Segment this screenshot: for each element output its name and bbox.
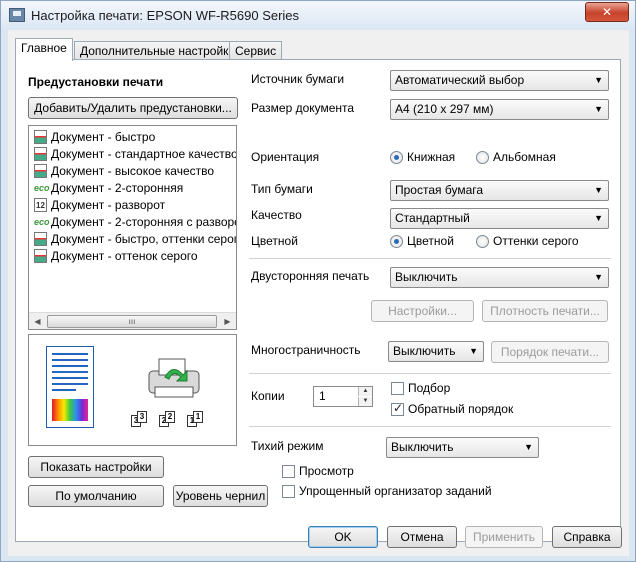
text-line xyxy=(52,377,88,379)
copies-stepper[interactable]: 1 ▲ ▼ xyxy=(313,386,373,407)
presets-heading: Предустановки печати xyxy=(28,75,164,89)
copies-order-icon: 2 2 xyxy=(159,411,181,427)
duplex-select[interactable]: Выключить ▼ xyxy=(390,267,609,288)
checkbox-icon xyxy=(282,485,295,498)
paper-source-label: Источник бумаги xyxy=(251,72,345,86)
divider xyxy=(249,426,611,427)
apply-button[interactable]: Применить xyxy=(465,526,543,548)
copies-order-icon: 1 1 xyxy=(187,411,209,427)
text-line xyxy=(52,353,88,355)
print-settings-window: Настройка печати: EPSON WF-R5690 Series … xyxy=(0,0,636,562)
duplex-label: Двусторонняя печать xyxy=(251,269,370,283)
tab-main[interactable]: Главное xyxy=(15,38,73,61)
document-icon xyxy=(34,232,47,246)
text-line xyxy=(52,365,88,367)
quality-label: Качество xyxy=(251,208,302,222)
two-up-icon: 12 xyxy=(34,198,47,212)
scroll-right-icon[interactable]: ▶ xyxy=(220,314,235,329)
quiet-mode-select[interactable]: Выключить ▼ xyxy=(386,437,539,458)
close-button[interactable]: ✕ xyxy=(585,2,629,22)
print-order-button[interactable]: Порядок печати... xyxy=(491,341,609,363)
color-label: Цветной xyxy=(251,234,298,248)
dialog-client: Главное Дополнительные настройки Сервис … xyxy=(8,30,629,556)
radio-selected-icon xyxy=(390,151,403,164)
document-size-select[interactable]: A4 (210 x 297 мм) ▼ xyxy=(390,99,609,120)
eco-icon: eco xyxy=(34,183,50,193)
spin-down-icon[interactable]: ▼ xyxy=(358,397,372,406)
document-icon xyxy=(34,164,47,178)
ink-levels-button[interactable]: Уровень чернил xyxy=(173,485,268,507)
divider xyxy=(249,373,611,374)
defaults-button[interactable]: По умолчанию xyxy=(28,485,164,507)
horizontal-scrollbar[interactable]: ◀ ııı ▶ xyxy=(29,312,236,329)
page-preview xyxy=(46,346,94,428)
document-icon xyxy=(34,249,47,263)
text-line xyxy=(52,389,76,391)
chevron-down-icon: ▼ xyxy=(594,213,603,223)
tab-utility[interactable]: Сервис xyxy=(229,41,283,60)
show-settings-button[interactable]: Показать настройки xyxy=(28,456,164,478)
print-density-button[interactable]: Плотность печати... xyxy=(482,300,608,322)
printer-icon xyxy=(9,8,25,22)
add-remove-presets-button[interactable]: Добавить/Удалить предустановки... xyxy=(28,97,238,119)
paper-type-label: Тип бумаги xyxy=(251,182,313,196)
copies-order-icon: 3 3 xyxy=(131,411,153,427)
presets-list[interactable]: Документ - быстро Документ - стандартное… xyxy=(28,125,237,330)
quality-select[interactable]: Стандартный ▼ xyxy=(390,208,609,229)
help-button[interactable]: Справка xyxy=(552,526,622,548)
text-line xyxy=(52,371,88,373)
cancel-button[interactable]: Отмена xyxy=(387,526,457,548)
checkbox-icon xyxy=(282,465,295,478)
chevron-down-icon: ▼ xyxy=(594,75,603,85)
ok-button[interactable]: OK xyxy=(308,526,378,548)
checkbox-icon xyxy=(391,382,404,395)
divider xyxy=(249,258,611,259)
paper-type-select[interactable]: Простая бумага ▼ xyxy=(390,180,609,201)
printer-icon xyxy=(148,358,200,398)
title-bar: Настройка печати: EPSON WF-R5690 Series … xyxy=(1,1,635,29)
radio-unselected-icon xyxy=(476,235,489,248)
scroll-left-icon[interactable]: ◀ xyxy=(30,314,45,329)
chevron-down-icon: ▼ xyxy=(594,272,603,282)
document-icon xyxy=(34,147,47,161)
text-line xyxy=(52,383,88,385)
orientation-label: Ориентация xyxy=(251,150,320,164)
spin-up-icon[interactable]: ▲ xyxy=(358,387,372,396)
chevron-down-icon: ▼ xyxy=(524,442,533,452)
paper-source-select[interactable]: Автоматический выбор ▼ xyxy=(390,70,609,91)
color-image-preview xyxy=(52,399,88,421)
radio-unselected-icon xyxy=(476,151,489,164)
chevron-down-icon: ▼ xyxy=(594,185,603,195)
multipage-select[interactable]: Выключить ▼ xyxy=(388,341,484,362)
quiet-mode-label: Тихий режим xyxy=(251,439,324,453)
text-line xyxy=(52,359,88,361)
radio-selected-icon xyxy=(390,235,403,248)
document-size-label: Размер документа xyxy=(251,101,355,115)
document-icon xyxy=(34,130,47,144)
scroll-thumb[interactable]: ııı xyxy=(47,315,217,328)
copies-label: Копии xyxy=(251,389,285,403)
chevron-down-icon: ▼ xyxy=(469,346,478,356)
duplex-settings-button[interactable]: Настройки... xyxy=(371,300,474,322)
multipage-label: Многостраничность xyxy=(251,343,361,357)
chevron-down-icon: ▼ xyxy=(594,104,603,114)
eco-icon: eco xyxy=(34,217,50,227)
window-title: Настройка печати: EPSON WF-R5690 Series xyxy=(31,8,300,23)
checkbox-checked-icon xyxy=(391,401,404,416)
main-tab-panel: Предустановки печати Добавить/Удалить пр… xyxy=(15,59,621,542)
tab-advanced[interactable]: Дополнительные настройки xyxy=(74,41,242,60)
print-preview: 3 3 2 2 1 1 xyxy=(28,334,237,446)
